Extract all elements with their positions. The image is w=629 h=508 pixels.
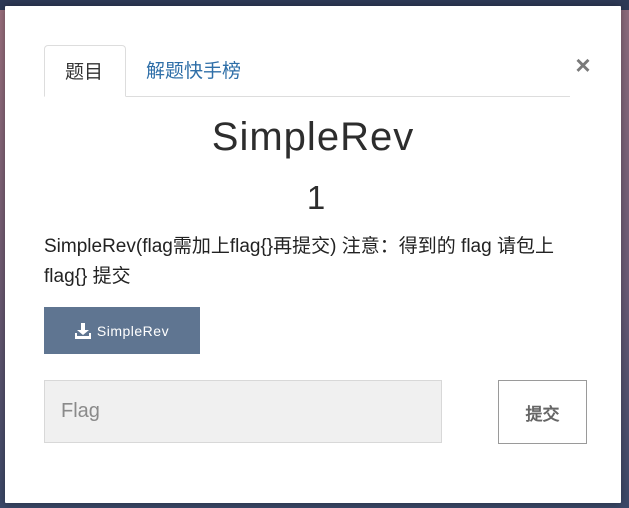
challenge-name: SimpleRev [211,115,415,159]
tab-solves[interactable]: 解题快手榜 [126,45,261,95]
modal-tabs: 题目 解题快手榜 [44,45,570,97]
close-icon[interactable]: × [572,52,594,78]
challenge-value: 1 [306,179,326,216]
download-file-button[interactable]: SimpleRev [44,307,200,354]
download-file-label: SimpleRev [96,322,170,339]
challenge-description: SimpleRev(flag需加上flag{}再提交) 注意：得到的 flag … [44,236,554,287]
challenge-modal: × 题目 解题快手榜 SimpleRev 1 SimpleRev(flag需加上… [5,6,621,503]
backdrop-right-band [621,10,629,508]
submit-button[interactable]: 提交 [498,380,587,444]
flag-input[interactable] [44,380,442,443]
download-icon [74,322,91,339]
tab-challenge[interactable]: 题目 [44,45,126,97]
